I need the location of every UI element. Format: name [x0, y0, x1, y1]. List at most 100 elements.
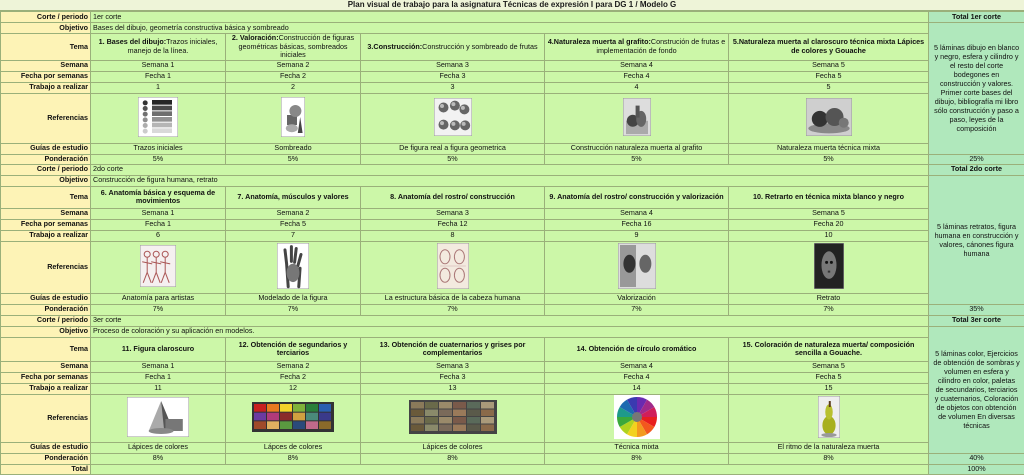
trabajo-cell: 6	[91, 230, 226, 241]
fecha-cell: Fecha 12	[361, 219, 545, 230]
fecha-cell: Fecha 4	[545, 372, 729, 383]
semana-cell: Semana 1	[91, 60, 226, 71]
corte-total-pct: 25%	[929, 154, 1024, 164]
guia-cell: Retrato	[729, 293, 929, 304]
trabajo-cell: 3	[361, 82, 545, 93]
corte-value: 2do corte	[91, 164, 929, 175]
trabajo-cell: 2	[226, 82, 361, 93]
total-row: Total 100%	[1, 464, 1024, 474]
corte-summary: 5 láminas retratos, figura humana en con…	[929, 175, 1024, 304]
ponderacion-cell: 7%	[226, 304, 361, 315]
fecha-cell: Fecha 16	[545, 219, 729, 230]
page-title: Plan visual de trabajo para la asignatur…	[0, 0, 1024, 11]
trabajo-cell: 1	[91, 82, 226, 93]
tema-title: 3.Construcción:	[367, 42, 422, 51]
reference-cell	[729, 241, 929, 293]
objetivo-value: Bases del dibujo, geometría constructiva…	[91, 23, 929, 34]
fecha-cell: Fecha 2	[226, 372, 361, 383]
tema-title: 10. Retrarto en técnica mixta blanco y n…	[753, 192, 904, 201]
corte-value: 1er corte	[91, 12, 929, 23]
reference-cell	[729, 93, 929, 143]
tema-title: 6. Anatomía básica y esquema de movimien…	[101, 188, 215, 206]
trabajo-cell: 10	[729, 230, 929, 241]
reference-cell	[545, 241, 729, 293]
reference-cell	[91, 93, 226, 143]
ponderacion-cell: 5%	[226, 154, 361, 164]
fecha-cell: Fecha 4	[545, 71, 729, 82]
tema-cell: 8. Anatomía del rostro/ construcción	[361, 186, 545, 208]
tema-cell: 9. Anatomía del rostro/ construcción y v…	[545, 186, 729, 208]
tema-cell: 6. Anatomía básica y esquema de movimien…	[91, 186, 226, 208]
semana-cell: Semana 5	[729, 60, 929, 71]
guia-cell: Técnica mixta	[545, 442, 729, 453]
ponderacion-label: Ponderación	[1, 154, 91, 164]
tema-cell: 15. Coloración de naturaleza muerta/ com…	[729, 337, 929, 361]
face-values-icon	[618, 243, 656, 292]
reference-cell	[361, 241, 545, 293]
fecha-cell: Fecha 2	[226, 71, 361, 82]
reference-cell	[91, 394, 226, 442]
guia-cell: De figura real a figura geometrica	[361, 143, 545, 154]
ponderacion-label: Ponderación	[1, 304, 91, 315]
objetivo-row: Objetivo Construcción de figura humana, …	[1, 175, 1024, 186]
tema-title: 8. Anatomía del rostro/ construcción	[390, 192, 515, 201]
fruits-icon	[434, 98, 472, 139]
total-spacer	[91, 464, 929, 474]
tema-row: Tema6. Anatomía básica y esquema de movi…	[1, 186, 1024, 208]
corte-value: 3er corte	[91, 315, 929, 326]
corte-label: Corte / periodo	[1, 164, 91, 175]
guia-cell: Anatomía para artistas	[91, 293, 226, 304]
fecha-label: Fecha por semanas	[1, 71, 91, 82]
ponderacion-cell: 5%	[91, 154, 226, 164]
fecha-cell: Fecha 1	[91, 71, 226, 82]
trabajo-cell: 13	[361, 383, 545, 394]
reference-cell	[226, 241, 361, 293]
fecha-cell: Fecha 3	[361, 71, 545, 82]
head-structure-icon	[437, 243, 469, 292]
guia-row: Guías de estudioLápices de coloresLápces…	[1, 442, 1024, 453]
reference-cell	[226, 93, 361, 143]
value-scale-icon	[138, 97, 178, 140]
tema-cell: 14. Obtención de círculo cromático	[545, 337, 729, 361]
trabajo-row: Trabajo a realizar678910	[1, 230, 1024, 241]
cone-icon	[127, 397, 189, 440]
fecha-label: Fecha por semanas	[1, 219, 91, 230]
ponderacion-cell: 7%	[545, 304, 729, 315]
fecha-cell: Fecha 20	[729, 219, 929, 230]
corte-row: Corte / periodo 3er corte Total 3er cort…	[1, 315, 1024, 326]
fecha-row: Fecha por semanasFecha 1Fecha 2Fecha 3Fe…	[1, 372, 1024, 383]
tema-title: 15. Coloración de naturaleza muerta/ com…	[743, 340, 915, 358]
ref-row: Referencias	[1, 394, 1024, 442]
muted-palette-icon	[409, 400, 497, 437]
guia-cell: La estructura básica de la cabeza humana	[361, 293, 545, 304]
fecha-cell: Fecha 1	[91, 372, 226, 383]
plan-table: Corte / periodo 1er corte Total 1er cort…	[0, 11, 1024, 475]
ponderacion-row: Ponderación5%5%5%5%5%25%	[1, 154, 1024, 164]
trabajo-label: Trabajo a realizar	[1, 383, 91, 394]
guia-cell: Lápces de colores	[226, 442, 361, 453]
reference-cell	[91, 241, 226, 293]
grand-total: 100%	[929, 464, 1024, 474]
trabajo-cell: 11	[91, 383, 226, 394]
color-wheel-icon	[614, 395, 660, 442]
semana-cell: Semana 4	[545, 60, 729, 71]
fecha-cell: Fecha 5	[226, 219, 361, 230]
reference-cell	[545, 394, 729, 442]
semana-cell: Semana 5	[729, 361, 929, 372]
semana-row: SemanaSemana 1Semana 2Semana 3Semana 4Se…	[1, 208, 1024, 219]
guia-cell: Naturaleza muerta técnica mixta	[729, 143, 929, 154]
corte-total-label: Total 1er corte	[929, 12, 1024, 23]
guia-cell: Sombreado	[226, 143, 361, 154]
trabajo-cell: 15	[729, 383, 929, 394]
tema-title: 5.Naturaleza muerta al claroscuro técnic…	[733, 37, 924, 55]
tema-title: 7. Anatomía, músculos y valores	[237, 192, 348, 201]
referencias-label: Referencias	[1, 394, 91, 442]
objetivo-label: Objetivo	[1, 175, 91, 186]
still-life-graphite-icon	[623, 98, 651, 139]
guia-row: Guías de estudioTrazos inicialesSombread…	[1, 143, 1024, 154]
semana-cell: Semana 3	[361, 60, 545, 71]
tema-label: Tema	[1, 337, 91, 361]
reference-cell	[545, 93, 729, 143]
hand-drawing-icon	[277, 243, 309, 292]
trabajo-cell: 8	[361, 230, 545, 241]
